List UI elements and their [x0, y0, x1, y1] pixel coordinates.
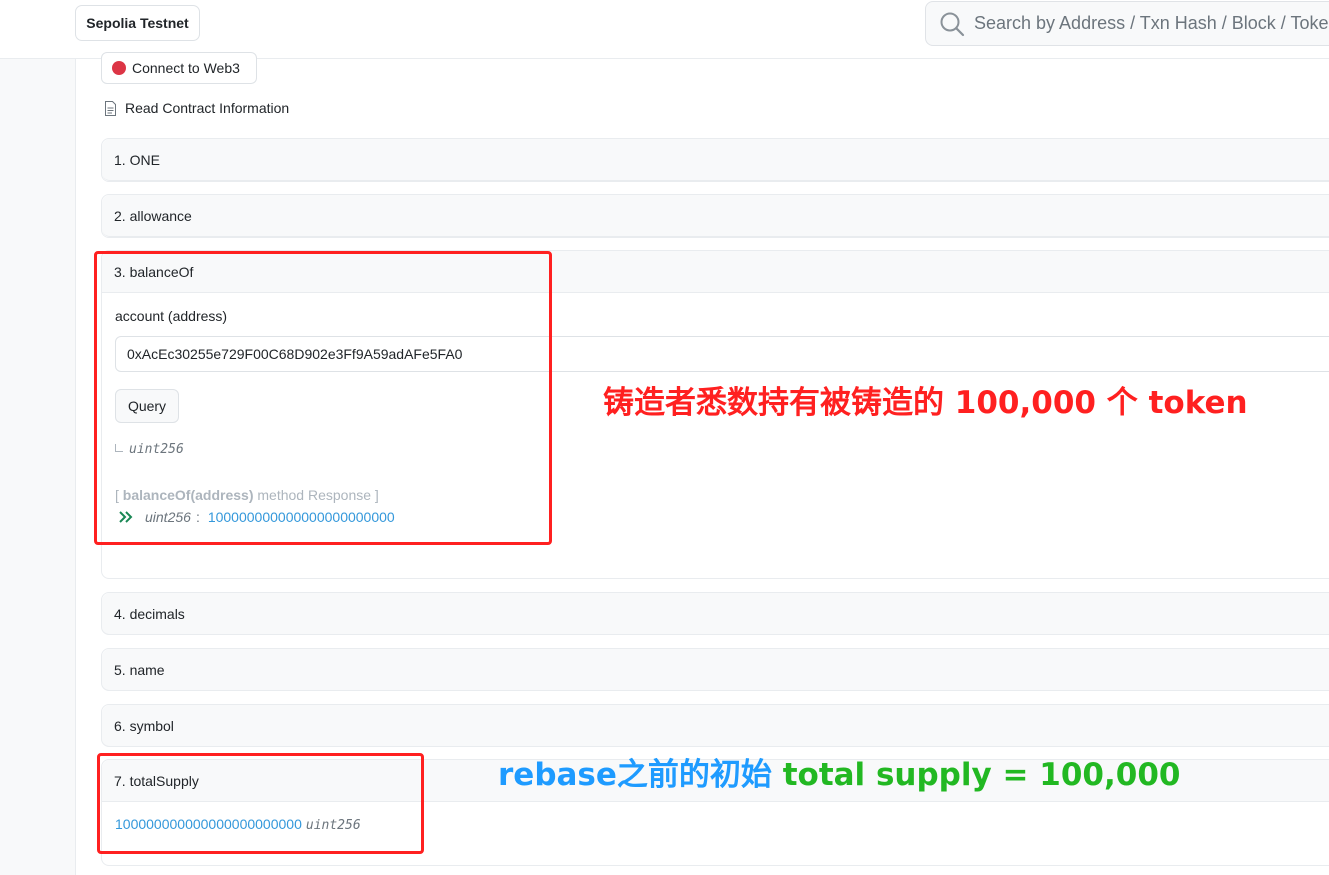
search-box[interactable] [925, 1, 1329, 46]
function-label: 1. ONE [114, 151, 160, 168]
top-bar: Sepolia Testnet [0, 0, 1329, 59]
annotation-box-totalsupply [97, 753, 424, 854]
function-name: 5. name [101, 648, 1329, 691]
function-header-name[interactable]: 5. name [102, 649, 1329, 691]
left-margin [0, 59, 76, 875]
function-label: 5. name [114, 661, 165, 678]
search-input[interactable] [974, 13, 1329, 34]
connect-web3-button[interactable]: Connect to Web3 [101, 52, 257, 84]
read-contract-heading: Read Contract Information [104, 100, 289, 116]
disconnected-status-dot [112, 61, 126, 75]
function-decimals: 4. decimals [101, 592, 1329, 635]
function-header-allowance[interactable]: 2. allowance [102, 195, 1329, 237]
function-header-symbol[interactable]: 6. symbol [102, 705, 1329, 747]
function-one: 1. ONE [101, 138, 1329, 182]
annotation-minter-holds-all: 铸造者悉数持有被铸造的 100,000 个 token [603, 385, 1248, 421]
network-badge[interactable]: Sepolia Testnet [75, 5, 200, 41]
annotation-box-balanceof [94, 251, 552, 545]
document-icon [105, 100, 116, 116]
function-label: 4. decimals [114, 605, 185, 622]
function-label: 2. allowance [114, 207, 192, 224]
function-label: 6. symbol [114, 717, 174, 734]
connect-web3-label: Connect to Web3 [132, 60, 240, 76]
search-icon [940, 12, 965, 36]
function-symbol: 6. symbol [101, 704, 1329, 747]
function-allowance: 2. allowance [101, 194, 1329, 238]
annotation-initial-supply-value: total supply = 100,000 [771, 757, 1181, 793]
annotation-initial-supply: rebase之前的初始 total supply = 100,000 [498, 749, 1180, 794]
function-header-decimals[interactable]: 4. decimals [102, 593, 1329, 635]
network-label: Sepolia Testnet [86, 15, 189, 31]
function-header-one[interactable]: 1. ONE [102, 139, 1329, 181]
annotation-initial-supply-prefix: rebase之前的初始 [498, 757, 772, 793]
read-contract-label: Read Contract Information [125, 100, 290, 116]
